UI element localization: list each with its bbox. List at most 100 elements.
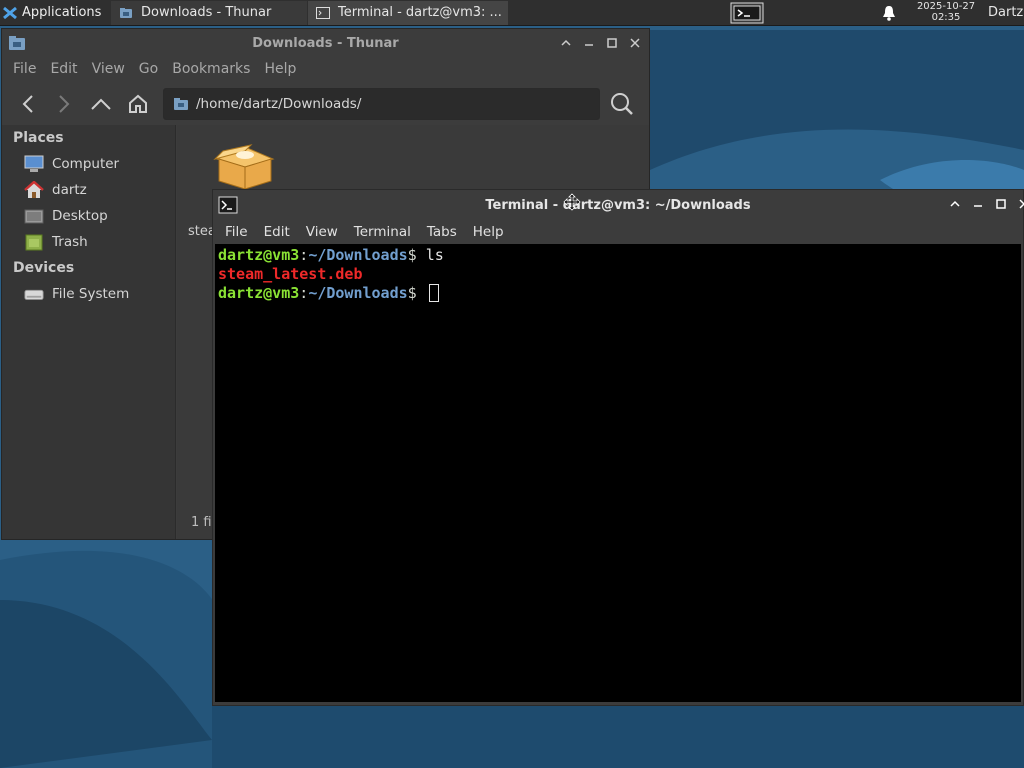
home-button[interactable] <box>126 92 150 116</box>
back-button[interactable] <box>16 92 40 116</box>
window-minimize-button[interactable] <box>966 190 989 218</box>
user-menu-button[interactable]: Dartz <box>988 0 1023 26</box>
applications-menu-button[interactable]: Applications <box>0 0 110 26</box>
window-shade-button[interactable] <box>554 29 577 57</box>
computer-icon <box>24 155 44 173</box>
home-icon <box>24 181 44 199</box>
up-arrow-icon <box>91 98 111 110</box>
thunar-titlebar[interactable]: Downloads - Thunar <box>2 29 649 57</box>
menu-help[interactable]: Help <box>465 224 512 240</box>
thunar-toolbar: /home/dartz/Downloads/ <box>2 81 649 125</box>
chevron-up-icon <box>560 39 571 46</box>
terminal-line: dartz@vm3:~/Downloads$ <box>218 284 1018 303</box>
menu-view[interactable]: View <box>85 61 132 77</box>
folder-icon <box>120 7 132 18</box>
sidebar-item-desktop[interactable]: Desktop <box>2 203 175 229</box>
sidebar-item-trash[interactable]: Trash <box>2 229 175 255</box>
prompt-separator: : <box>299 246 309 264</box>
terminal-output: steam_latest.deb <box>218 265 363 283</box>
taskbar-item-thunar[interactable]: Downloads - Thunar <box>111 0 307 25</box>
search-icon <box>611 93 633 115</box>
prompt-path: ~/Downloads <box>308 246 408 264</box>
move-cursor-icon <box>563 193 581 211</box>
menu-terminal[interactable]: Terminal <box>346 224 419 240</box>
window-title: Terminal - dartz@vm3: ~/Downloads <box>485 197 751 213</box>
menu-help[interactable]: Help <box>257 61 303 77</box>
prompt-path: ~/Downloads <box>308 284 408 302</box>
close-icon <box>1018 199 1024 209</box>
prompt-user: dartz@vm3 <box>218 246 300 264</box>
menu-file[interactable]: File <box>217 224 256 240</box>
top-panel: Applications Downloads - Thunar Terminal… <box>0 0 1024 26</box>
menu-file[interactable]: File <box>6 61 43 77</box>
drive-icon <box>24 285 44 303</box>
clock-time: 02:35 <box>931 12 961 23</box>
back-arrow-icon <box>22 95 33 113</box>
terminal-line: steam_latest.deb <box>218 265 1018 284</box>
parent-folder-button[interactable] <box>89 92 113 116</box>
folder-icon <box>174 98 188 110</box>
places-heading: Places <box>13 130 64 146</box>
menu-bookmarks[interactable]: Bookmarks <box>165 61 257 77</box>
devices-heading: Devices <box>13 260 75 276</box>
sidebar-item-label: File System <box>52 286 130 302</box>
search-button[interactable] <box>610 92 634 120</box>
sidebar-item-label: dartz <box>52 182 87 198</box>
trash-icon <box>24 233 44 251</box>
location-path: /home/dartz/Downloads/ <box>196 96 362 112</box>
sidebar-item-label: Trash <box>52 234 88 250</box>
window-maximize-button[interactable] <box>989 190 1012 218</box>
menu-tabs[interactable]: Tabs <box>419 224 465 240</box>
xfce-logo-icon <box>3 6 17 19</box>
terminal-launcher-button[interactable] <box>728 0 766 26</box>
text-cursor <box>428 284 439 302</box>
taskbar-item-label: Downloads - Thunar <box>141 5 272 20</box>
minimize-icon <box>584 44 593 46</box>
location-bar[interactable]: /home/dartz/Downloads/ <box>163 88 600 120</box>
thunar-sidebar: Places Computer dartz Desktop Trash Devi <box>2 125 176 539</box>
taskbar-item-terminal[interactable]: Terminal - dartz@vm3: ... <box>308 0 508 25</box>
sidebar-item-label: Computer <box>52 156 120 172</box>
applications-label: Applications <box>22 5 102 20</box>
window-close-button[interactable] <box>1012 190 1024 218</box>
close-icon <box>629 38 640 48</box>
terminal-screen[interactable]: dartz@vm3:~/Downloads$ ls steam_latest.d… <box>215 244 1021 702</box>
sidebar-item-computer[interactable]: Computer <box>2 151 175 177</box>
status-bar: 1 file <box>191 515 213 530</box>
minimize-icon <box>973 205 982 207</box>
sidebar-item-home[interactable]: dartz <box>2 177 175 203</box>
clock[interactable]: 2025-10-27 02:35 <box>906 1 986 23</box>
window-minimize-button[interactable] <box>577 29 600 57</box>
menu-edit[interactable]: Edit <box>256 224 298 240</box>
prompt-user: dartz@vm3 <box>218 284 300 302</box>
window-maximize-button[interactable] <box>600 29 623 57</box>
menu-go[interactable]: Go <box>132 61 165 77</box>
forward-button[interactable] <box>52 92 76 116</box>
window-shade-button[interactable] <box>943 190 966 218</box>
thunar-menubar: File Edit View Go Bookmarks Help <box>2 57 649 81</box>
menu-view[interactable]: View <box>298 224 346 240</box>
terminal-titlebar[interactable]: Terminal - dartz@vm3: ~/Downloads <box>213 190 1024 220</box>
prompt-symbol: $ <box>407 246 426 264</box>
desktop-icon <box>24 207 44 225</box>
sidebar-item-file-system[interactable]: File System <box>2 281 175 307</box>
window-close-button[interactable] <box>623 29 646 57</box>
maximize-icon <box>995 199 1006 209</box>
prompt-symbol: $ <box>407 284 426 302</box>
forward-arrow-icon <box>59 95 70 113</box>
notification-bell-icon[interactable] <box>880 4 898 22</box>
home-icon <box>129 94 147 113</box>
terminal-command: ls <box>425 246 444 264</box>
taskbar-item-label: Terminal - dartz@vm3: ... <box>338 5 502 20</box>
maximize-icon <box>606 38 617 48</box>
terminal-icon <box>316 6 330 19</box>
sidebar-item-label: Desktop <box>52 208 108 224</box>
menu-edit[interactable]: Edit <box>43 61 84 77</box>
package-icon[interactable] <box>213 137 277 193</box>
terminal-menubar: File Edit View Terminal Tabs Help <box>213 220 1023 244</box>
terminal-icon <box>730 2 764 24</box>
window-title: Downloads - Thunar <box>252 35 399 51</box>
prompt-separator: : <box>299 284 309 302</box>
clock-date: 2025-10-27 <box>916 1 976 12</box>
terminal-line: dartz@vm3:~/Downloads$ ls <box>218 246 1018 265</box>
